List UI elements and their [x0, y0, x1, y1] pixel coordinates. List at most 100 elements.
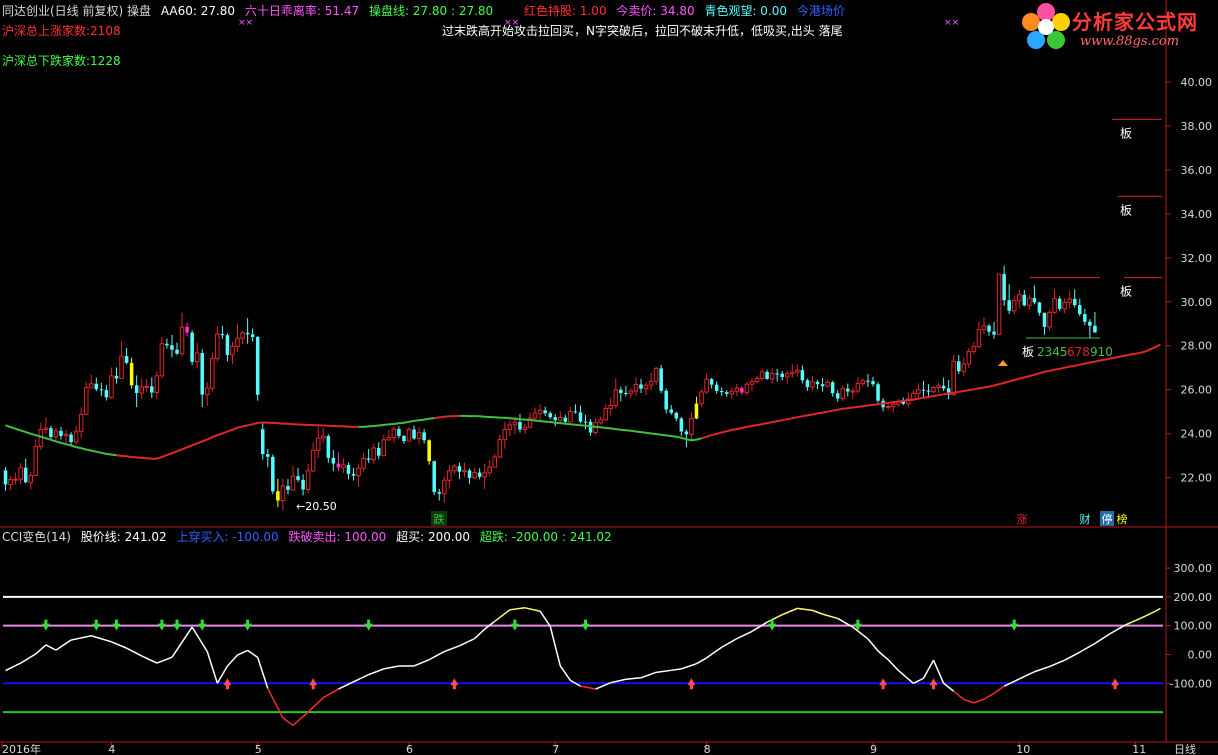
candle-body — [871, 381, 875, 385]
xx-mark-2: ×× — [504, 18, 520, 28]
candle-body — [971, 346, 977, 352]
candle-body — [320, 435, 326, 439]
overbuy-readout: 超买: 200.00 — [396, 530, 471, 544]
cyan-watch-readout: 青色观望: 0.00 — [704, 4, 788, 18]
candle-body — [532, 412, 538, 419]
candle-body — [290, 475, 296, 491]
candle-body — [1022, 294, 1027, 306]
up-count: 沪深总上涨家数:2108 — [2, 24, 121, 38]
zhang-label: 涨 — [1017, 513, 1028, 526]
candle-body — [119, 355, 124, 380]
candle-body — [8, 478, 13, 485]
candle-body — [94, 383, 99, 390]
candle-body — [28, 474, 34, 483]
lower-header: CCI变色(14) 股价线: 241.02 上穿买入: -100.00 跌破卖出… — [2, 530, 618, 544]
candle-body — [784, 373, 790, 378]
candle-body — [447, 470, 452, 481]
candle-body — [563, 417, 568, 422]
y-tick-label: 28.00 — [1181, 340, 1213, 353]
x-tick-label: 10 — [1016, 743, 1030, 755]
candle-body — [805, 380, 810, 388]
candle-body — [664, 390, 668, 410]
candle-body — [1037, 302, 1042, 313]
app-title: 同达创业(日线 前复权) 操盘 — [2, 4, 151, 18]
cci-tick-label: 0.00 — [1188, 648, 1213, 661]
candle-body — [1062, 301, 1067, 310]
candle-body — [23, 467, 28, 483]
candle-body — [976, 328, 982, 348]
price-line-readout: 股价线: 241.02 — [80, 530, 167, 544]
candle-body — [310, 449, 316, 472]
cci-tick-label: 300.00 — [1174, 562, 1213, 575]
candle-body — [124, 356, 129, 363]
candle-body — [386, 437, 392, 441]
candle-body — [361, 458, 366, 469]
candle-body — [165, 343, 169, 346]
candle-body — [780, 373, 784, 377]
y-tick-label: 24.00 — [1181, 428, 1213, 441]
candle-body — [371, 447, 376, 461]
candle-body — [477, 472, 482, 477]
candle-body — [502, 428, 508, 441]
candle-body — [179, 326, 185, 355]
candle-body — [33, 445, 39, 476]
candle-body — [941, 385, 946, 389]
low-price-annotation: ←20.50 — [296, 500, 337, 513]
candle-body — [154, 375, 160, 394]
trade-line-readout: 操盘线: 27.80 : 27.80 — [368, 4, 494, 18]
candle-body — [346, 464, 351, 474]
candle-body — [885, 405, 891, 408]
candle-body — [1002, 274, 1006, 301]
oversold-readout: 超跌: -200.00 : 241.02 — [479, 530, 612, 544]
candle-body — [271, 456, 275, 492]
candle-body — [210, 358, 215, 389]
x-tick-label: 4 — [108, 743, 115, 755]
candle-body — [245, 332, 250, 335]
candle-body — [99, 389, 104, 391]
candle-body — [301, 479, 305, 490]
candle-body — [951, 360, 956, 396]
candle-body — [1007, 300, 1011, 311]
candle-body — [170, 345, 174, 350]
candle-body — [59, 430, 63, 436]
chart-canvas: 22.00 24.00 26.00 28.00 30.00 32.00 34.00 36.00… — [0, 0, 1218, 755]
candle-body — [648, 380, 654, 386]
board-seq-2: 678 — [1067, 345, 1090, 359]
candle-body — [88, 383, 94, 389]
candle-body — [432, 461, 436, 493]
candle-body — [754, 378, 760, 383]
candle-body — [846, 388, 850, 392]
candle-body — [714, 384, 719, 392]
candle-body — [522, 426, 528, 430]
up-buy-readout: 上穿买入: -100.00 — [176, 530, 279, 544]
candle-body — [1072, 298, 1077, 306]
candle-body — [3, 470, 8, 485]
site-logo: 分析家公式网 www.88gs.com — [1020, 2, 1216, 52]
candle-body — [916, 389, 921, 394]
candle-body — [175, 349, 179, 354]
candle-body — [694, 403, 699, 419]
y-tick-label: 34.00 — [1181, 208, 1213, 221]
candle-body — [366, 458, 371, 460]
x-tick-label: 2016年 — [2, 742, 41, 755]
candle-body — [966, 350, 972, 365]
candle-body — [185, 327, 189, 333]
candle-body — [578, 412, 583, 422]
candle-body — [830, 382, 835, 394]
candle-body — [230, 345, 235, 356]
cci-tick-label: -100.00 — [1170, 677, 1212, 690]
candle-body — [674, 412, 679, 419]
today-buy-readout: 今港场价 — [796, 4, 845, 18]
candle-body — [150, 386, 154, 393]
candle-body — [13, 478, 18, 481]
candle-body — [699, 391, 704, 405]
candle-body — [235, 337, 240, 347]
candle-body — [729, 390, 735, 395]
candle-body — [759, 371, 765, 379]
candle-body — [139, 386, 144, 394]
candle-body — [1088, 321, 1092, 326]
candle-body — [775, 373, 779, 375]
cci-tick-label: 200.00 — [1174, 591, 1213, 604]
candle-body — [628, 390, 634, 395]
candle-body — [689, 418, 694, 435]
